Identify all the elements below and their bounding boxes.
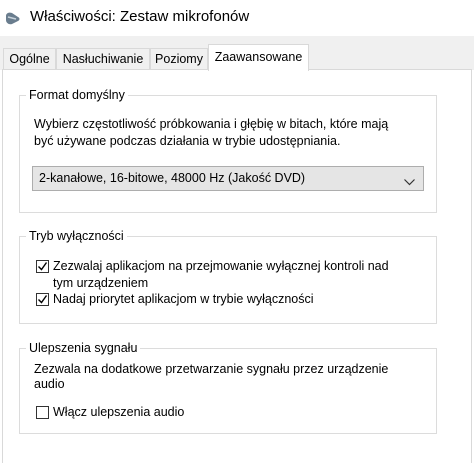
format-select-value: 2-kanałowe, 16-bitowe, 48000 Hz (Jakość … — [39, 171, 306, 185]
checkbox-checked-icon[interactable] — [36, 260, 49, 273]
exclusive-mode-group: Tryb wyłączności Zezwalaj aplikacjom na … — [19, 228, 437, 324]
chevron-down-icon — [404, 175, 415, 186]
tab-advanced[interactable]: Zaawansowane — [208, 44, 309, 71]
enable-audio-enhancements-label: Włącz ulepszenia audio — [53, 405, 185, 419]
tab-levels[interactable]: Poziomy — [150, 48, 208, 69]
signal-enhancements-description-line2: audio — [34, 377, 65, 391]
default-format-description-line2: być używane podczas działania w trybie u… — [34, 134, 341, 148]
signal-enhancements-group: Ulepszenia sygnału Zezwala na dodatkowe … — [19, 340, 437, 434]
signal-enhancements-title: Ulepszenia sygnału — [26, 340, 141, 356]
checkbox-checked-icon[interactable] — [36, 293, 49, 306]
exclusive-priority-label: Nadaj priorytet aplikacjom w trybie wyłą… — [53, 292, 314, 306]
signal-enhancements-description-line1: Zezwala na dodatkowe przetwarzanie sygna… — [34, 362, 389, 376]
allow-exclusive-control-label-line2: tym urządzeniem — [53, 276, 149, 290]
advanced-panel: Format domyślny Wybierz częstotliwość pr… — [2, 69, 472, 463]
tab-general[interactable]: Ogólne — [3, 48, 56, 69]
default-format-group: Format domyślny Wybierz częstotliwość pr… — [19, 87, 437, 213]
format-select[interactable]: 2-kanałowe, 16-bitowe, 48000 Hz (Jakość … — [32, 166, 424, 191]
exclusive-mode-title: Tryb wyłączności — [26, 228, 127, 244]
window-title: Właściwości: Zestaw mikrofonów — [30, 8, 250, 25]
tab-listen[interactable]: Nasłuchiwanie — [56, 48, 150, 69]
microphone-headset-icon — [5, 11, 21, 25]
tab-strip: Ogólne Nasłuchiwanie Poziomy Zaawansowan… — [0, 36, 474, 71]
default-format-title: Format domyślny — [26, 87, 128, 103]
title-bar: Właściwości: Zestaw mikrofonów — [0, 0, 474, 36]
allow-exclusive-control-label-line1: Zezwalaj aplikacjom na przejmowanie wyłą… — [53, 259, 389, 273]
default-format-description-line1: Wybierz częstotliwość próbkowania i głęb… — [34, 117, 389, 131]
checkbox-unchecked-icon[interactable] — [36, 406, 49, 419]
